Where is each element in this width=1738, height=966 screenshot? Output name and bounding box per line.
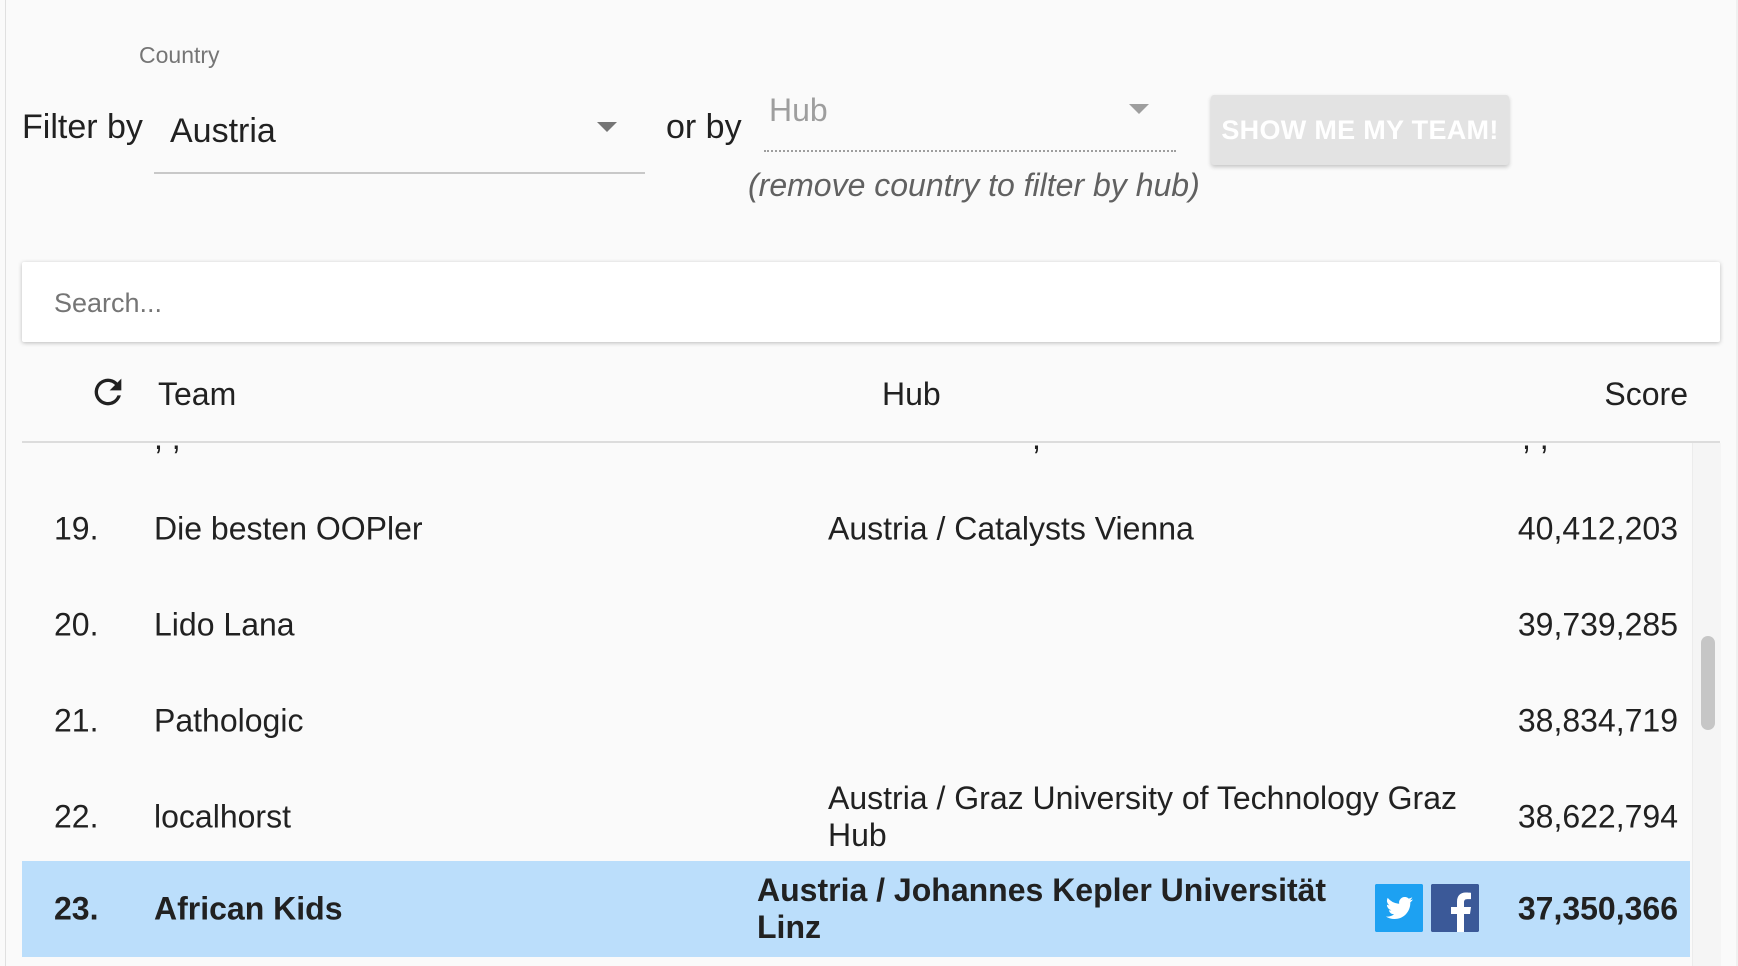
- row-score: 37,350,366: [1517, 890, 1678, 927]
- row-hub: Austria / Graz University of Technology …: [828, 780, 1457, 853]
- row-hub: Austria / Catalysts Vienna: [828, 510, 1194, 547]
- row-team: Pathologic: [154, 702, 304, 739]
- column-header-score[interactable]: Score: [1604, 376, 1688, 413]
- hub-select-placeholder: Hub: [769, 92, 828, 128]
- table-row[interactable]: 21. Pathologic 38,834,719: [22, 673, 1690, 769]
- row-score: 39,739,285: [1517, 606, 1678, 643]
- search-box: [22, 262, 1720, 344]
- row-rank: 21.: [54, 702, 99, 739]
- row-team: Lido Lana: [154, 606, 295, 643]
- twitter-icon[interactable]: [1375, 884, 1423, 932]
- row-team: localhorst: [154, 798, 291, 835]
- or-by-label: or by: [666, 108, 742, 146]
- leaderboard-page: Country Filter by Austria or by Hub (rem…: [0, 0, 1738, 966]
- leaderboard-rows: , , , , , 19. Die besten OOPler Austria …: [22, 443, 1692, 966]
- table-row[interactable]: 22. localhorst Austria / Graz University…: [22, 769, 1690, 865]
- chevron-down-icon: [1129, 104, 1149, 114]
- row-team: Die besten OOPler: [154, 510, 423, 547]
- scrollbar-thumb[interactable]: [1701, 636, 1715, 730]
- hub-select: Hub: [764, 84, 1176, 152]
- table-row-highlighted[interactable]: 23. African Kids Austria / Johannes Kepl…: [22, 861, 1690, 957]
- row-rank: 20.: [54, 606, 99, 643]
- row-rank: 23.: [54, 890, 99, 927]
- facebook-icon[interactable]: [1431, 884, 1479, 932]
- partial-text: ,: [1032, 443, 1041, 457]
- filter-by-label: Filter by: [22, 108, 143, 146]
- row-team: African Kids: [154, 890, 343, 927]
- show-my-team-button[interactable]: SHOW ME MY TEAM!: [1211, 95, 1509, 165]
- row-rank: 22.: [54, 798, 99, 835]
- column-header-team[interactable]: Team: [158, 376, 236, 413]
- row-score: 38,834,719: [1517, 702, 1678, 739]
- country-select-value: Austria: [170, 112, 276, 150]
- row-score: 38,622,794: [1517, 798, 1678, 835]
- row-score: 40,412,203: [1517, 510, 1678, 547]
- country-select[interactable]: Austria: [154, 100, 645, 174]
- chevron-down-icon: [597, 122, 617, 132]
- hub-filter-hint: (remove country to filter by hub): [748, 167, 1200, 203]
- partial-text: , ,: [154, 443, 181, 457]
- row-rank: 19.: [54, 510, 99, 547]
- left-border: [5, 0, 6, 966]
- refresh-icon[interactable]: [88, 372, 128, 412]
- column-header-hub[interactable]: Hub: [882, 376, 941, 413]
- scrollbar-track[interactable]: [1692, 443, 1721, 966]
- partial-text: , ,: [1522, 443, 1549, 457]
- row-hub: Austria / Johannes Kepler Universität Li…: [757, 872, 1327, 945]
- search-input[interactable]: [52, 262, 1696, 344]
- country-caption: Country: [139, 42, 220, 68]
- table-row[interactable]: 20. Lido Lana 39,739,285: [22, 577, 1690, 673]
- table-header: Team Hub Score: [22, 346, 1720, 443]
- table-row[interactable]: 19. Die besten OOPler Austria / Catalyst…: [22, 481, 1690, 577]
- scrolled-off-row: , , , , ,: [22, 443, 1690, 457]
